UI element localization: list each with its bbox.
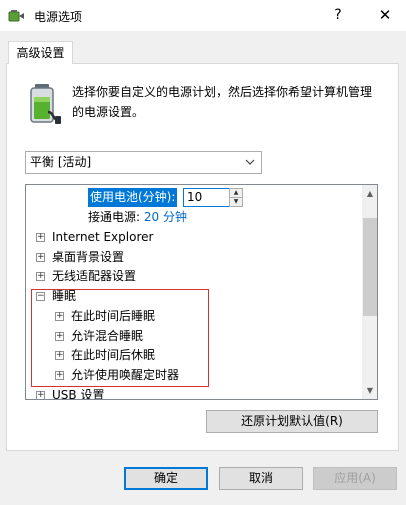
scrollbar-thumb[interactable] [363, 218, 377, 316]
restore-defaults-button[interactable]: 还原计划默认值(R) [206, 410, 378, 433]
ok-button[interactable]: 确定 [124, 467, 208, 490]
on-battery-label[interactable]: 使用电池(分钟): [88, 188, 178, 207]
tree-item-wireless-adapter[interactable]: 无线适配器设置 [52, 267, 136, 286]
title-bar: 电源选项 ? ✕ [0, 0, 406, 31]
tree-item-desktop-background[interactable]: 桌面背景设置 [52, 248, 124, 267]
expand-icon[interactable]: + [55, 351, 64, 360]
tree-item-hybrid-sleep[interactable]: 允许混合睡眠 [71, 327, 143, 346]
power-plan-value: 平衡 [活动] [30, 155, 92, 169]
expand-icon[interactable]: + [36, 253, 45, 262]
expand-icon[interactable]: + [36, 272, 45, 281]
apply-button[interactable]: 应用(A) [313, 467, 397, 490]
tree-item-internet-explorer[interactable]: Internet Explorer [52, 228, 153, 247]
expand-icon[interactable]: + [55, 371, 64, 380]
tree-item-sleep-after[interactable]: 在此时间后睡眠 [71, 307, 155, 326]
close-icon[interactable]: ✕ [364, 0, 406, 31]
collapse-icon[interactable]: − [36, 292, 45, 301]
spin-up-icon[interactable]: ▲ [230, 189, 242, 198]
expand-icon[interactable]: + [36, 233, 45, 242]
expand-icon[interactable]: + [55, 312, 64, 321]
power-settings-tree[interactable]: 使用电池(分钟): 10 ▲ ▼ 接通电源: 20 分钟 + Internet … [25, 184, 378, 400]
tree-scrollbar[interactable]: ▲ ▼ [362, 185, 377, 399]
expand-icon[interactable]: + [36, 391, 45, 399]
description-text: 选择你要自定义的电源计划，然后选择你希望计算机管理的电源设置。 [72, 85, 373, 119]
expand-icon[interactable]: + [55, 332, 64, 341]
chevron-down-icon [245, 152, 255, 181]
tree-item-usb[interactable]: USB 设置 [52, 386, 104, 399]
scroll-down-icon[interactable]: ▼ [362, 382, 377, 399]
plugged-in-label: 接通电源: [88, 210, 141, 224]
spin-down-icon[interactable]: ▼ [230, 198, 242, 206]
plugged-in-row[interactable]: 接通电源: 20 分钟 [88, 208, 187, 227]
window-title: 电源选项 [34, 10, 83, 24]
tree-content: 使用电池(分钟): 10 ▲ ▼ 接通电源: 20 分钟 + Internet … [26, 185, 362, 399]
tab-advanced-settings[interactable]: 高级设置 [8, 41, 73, 64]
tree-item-hibernate-after[interactable]: 在此时间后休眠 [71, 346, 155, 365]
dialog-client: 高级设置 选择你要自定义的电源计划，然后选择你希望计算机管理的电源设置。 平衡 … [0, 31, 406, 505]
minutes-spinner[interactable]: ▲ ▼ [229, 188, 243, 207]
power-options-app-icon [8, 10, 24, 22]
help-button[interactable]: ? [322, 0, 354, 31]
on-battery-minutes-input[interactable]: 10 [183, 188, 230, 207]
tree-item-wake-timers[interactable]: 允许使用唤醒定时器 [71, 366, 179, 385]
tree-item-sleep[interactable]: 睡眠 [52, 287, 76, 306]
power-plan-select[interactable]: 平衡 [活动] [25, 151, 262, 174]
cancel-button[interactable]: 取消 [219, 467, 303, 490]
plugged-in-value[interactable]: 20 分钟 [144, 210, 187, 224]
scroll-up-icon[interactable]: ▲ [362, 185, 377, 202]
battery-plug-icon [30, 84, 61, 124]
